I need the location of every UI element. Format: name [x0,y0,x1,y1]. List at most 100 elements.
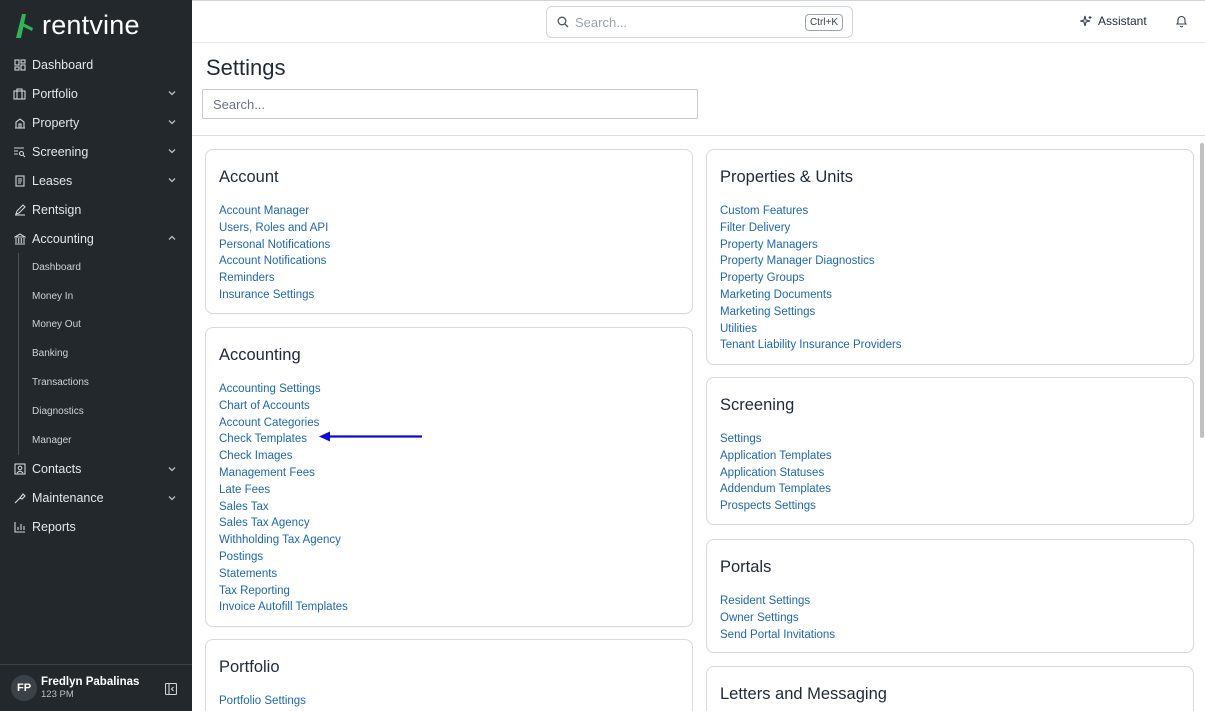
link-portfolio-settings[interactable]: Portfolio Settings [219,693,679,710]
user-time: 123 PM [41,689,74,700]
card-account: Account Account Manager Users, Roles and… [205,149,693,314]
card-title: Accounting [219,346,301,364]
subnav-item-dashboard[interactable]: Dashboard [19,253,192,282]
card-properties-units: Properties & Units Custom Features Filte… [706,149,1194,365]
assistant-button[interactable]: Assistant [1080,14,1147,28]
subnav-item-money-in[interactable]: Money In [19,282,192,311]
sidebar-item-label: Rentsign [32,202,82,217]
link-sales-tax-agency[interactable]: Sales Tax Agency [219,515,679,532]
link-account-notifications[interactable]: Account Notifications [219,253,679,270]
link-check-templates[interactable]: Check Templates [219,431,679,448]
page-title: Settings [206,55,286,80]
link-application-statuses[interactable]: Application Statuses [720,465,1180,482]
card-title: Portals [720,558,772,576]
link-management-fees[interactable]: Management Fees [219,465,679,482]
sidebar-item-rentsign[interactable]: Rentsign [0,195,192,224]
link-statements[interactable]: Statements [219,566,679,583]
link-invoice-autofill-templates[interactable]: Invoice Autofill Templates [219,599,679,616]
sidebar-item-maintenance[interactable]: Maintenance [0,484,192,513]
collapse-sidebar-icon[interactable] [165,683,177,695]
link-custom-features[interactable]: Custom Features [720,203,1180,220]
link-tax-reporting[interactable]: Tax Reporting [219,583,679,600]
link-personal-notifications[interactable]: Personal Notifications [219,237,679,254]
sidebar-item-property[interactable]: Property [0,108,192,137]
sidebar-item-screening[interactable]: Screening [0,137,192,166]
link-application-templates[interactable]: Application Templates [720,448,1180,465]
avatar: FP [11,675,37,701]
sidebar-item-accounting[interactable]: Accounting [0,224,192,253]
property-icon [13,116,26,129]
assistant-label: Assistant [1098,14,1147,28]
chevron-down-icon [168,178,176,183]
link-check-images[interactable]: Check Images [219,448,679,465]
sidebar-item-label: Reports [32,520,76,535]
card-screening: Screening Settings Application Templates… [706,377,1194,525]
link-reminders[interactable]: Reminders [219,270,679,287]
annotation-arrow [319,431,422,442]
link-filter-delivery[interactable]: Filter Delivery [720,220,1180,237]
link-screening-settings[interactable]: Settings [720,431,1180,448]
sidebar-item-label: Accounting [32,231,94,246]
link-marketing-settings[interactable]: Marketing Settings [720,304,1180,321]
link-marketing-documents[interactable]: Marketing Documents [720,287,1180,304]
notifications-button[interactable] [1175,14,1188,33]
screening-icon [13,145,26,158]
rentvine-logo[interactable]: rentvine [14,10,140,40]
user-profile[interactable]: FP Fredlyn Pabalinas 123 PM [0,664,192,711]
global-search-placeholder: Search... [575,14,628,30]
subnav-item-banking[interactable]: Banking [19,339,192,368]
sidebar-item-label: Portfolio [32,86,78,101]
subnav-item-manager[interactable]: Manager [19,426,192,455]
sidebar-item-label: Leases [32,173,73,188]
link-tenant-liability-insurance-providers[interactable]: Tenant Liability Insurance Providers [720,337,1180,354]
link-late-fees[interactable]: Late Fees [219,482,679,499]
sidebar-item-label: Maintenance [32,491,104,506]
link-postings[interactable]: Postings [219,549,679,566]
link-send-portal-invitations[interactable]: Send Portal Invitations [720,627,1180,644]
keyboard-shortcut: Ctrl+K [804,14,843,31]
sidebar-item-portfolio[interactable]: Portfolio [0,79,192,108]
chevron-down-icon [168,91,176,96]
scrollbar[interactable] [1200,143,1204,438]
subnav-item-transactions[interactable]: Transactions [19,368,192,397]
search-icon [557,16,569,28]
link-resident-settings[interactable]: Resident Settings [720,593,1180,610]
link-chart-of-accounts[interactable]: Chart of Accounts [219,398,679,415]
reports-icon [13,521,26,534]
sidebar-item-dashboard[interactable]: Dashboard [0,50,192,79]
link-addendum-templates[interactable]: Addendum Templates [720,481,1180,498]
link-property-manager-diagnostics[interactable]: Property Manager Diagnostics [720,253,1180,270]
link-accounting-settings[interactable]: Accounting Settings [219,381,679,398]
link-owner-settings[interactable]: Owner Settings [720,610,1180,627]
card-title: Portfolio [219,658,280,676]
link-sales-tax[interactable]: Sales Tax [219,499,679,516]
link-utilities[interactable]: Utilities [720,321,1180,338]
link-withholding-tax-agency[interactable]: Withholding Tax Agency [219,532,679,549]
link-prospects-settings[interactable]: Prospects Settings [720,498,1180,515]
link-account-categories[interactable]: Account Categories [219,415,679,432]
link-account-manager[interactable]: Account Manager [219,203,679,220]
settings-search-input[interactable] [202,89,698,119]
link-property-managers[interactable]: Property Managers [720,237,1180,254]
portfolio-icon [13,87,26,100]
link-users-roles-api[interactable]: Users, Roles and API [219,220,679,237]
sidebar-item-reports[interactable]: Reports [0,513,192,542]
link-property-groups[interactable]: Property Groups [720,270,1180,287]
card-title: Letters and Messaging [720,685,887,703]
chevron-up-icon [168,235,176,240]
card-letters-messaging: Letters and Messaging [706,666,1194,711]
global-search[interactable]: Search... Ctrl+K [546,6,853,38]
sidebar-item-leases[interactable]: Leases [0,166,192,195]
user-info: Fredlyn Pabalinas 123 PM [41,676,139,700]
sidebar-item-label: Screening [32,144,89,159]
top-bar: Search... Ctrl+K Assistant [192,0,1205,43]
sidebar-item-contacts[interactable]: Contacts [0,455,192,484]
rentvine-logo-icon [16,14,33,38]
sidebar-item-label: Property [32,115,80,130]
link-insurance-settings[interactable]: Insurance Settings [219,287,679,304]
card-portfolio: Portfolio Portfolio Settings [205,639,693,711]
chevron-down-icon [168,149,176,154]
subnav-item-diagnostics[interactable]: Diagnostics [19,397,192,426]
sidebar: rentvine Dashboard Portfolio Property Sc… [0,0,192,711]
subnav-item-money-out[interactable]: Money Out [19,311,192,340]
